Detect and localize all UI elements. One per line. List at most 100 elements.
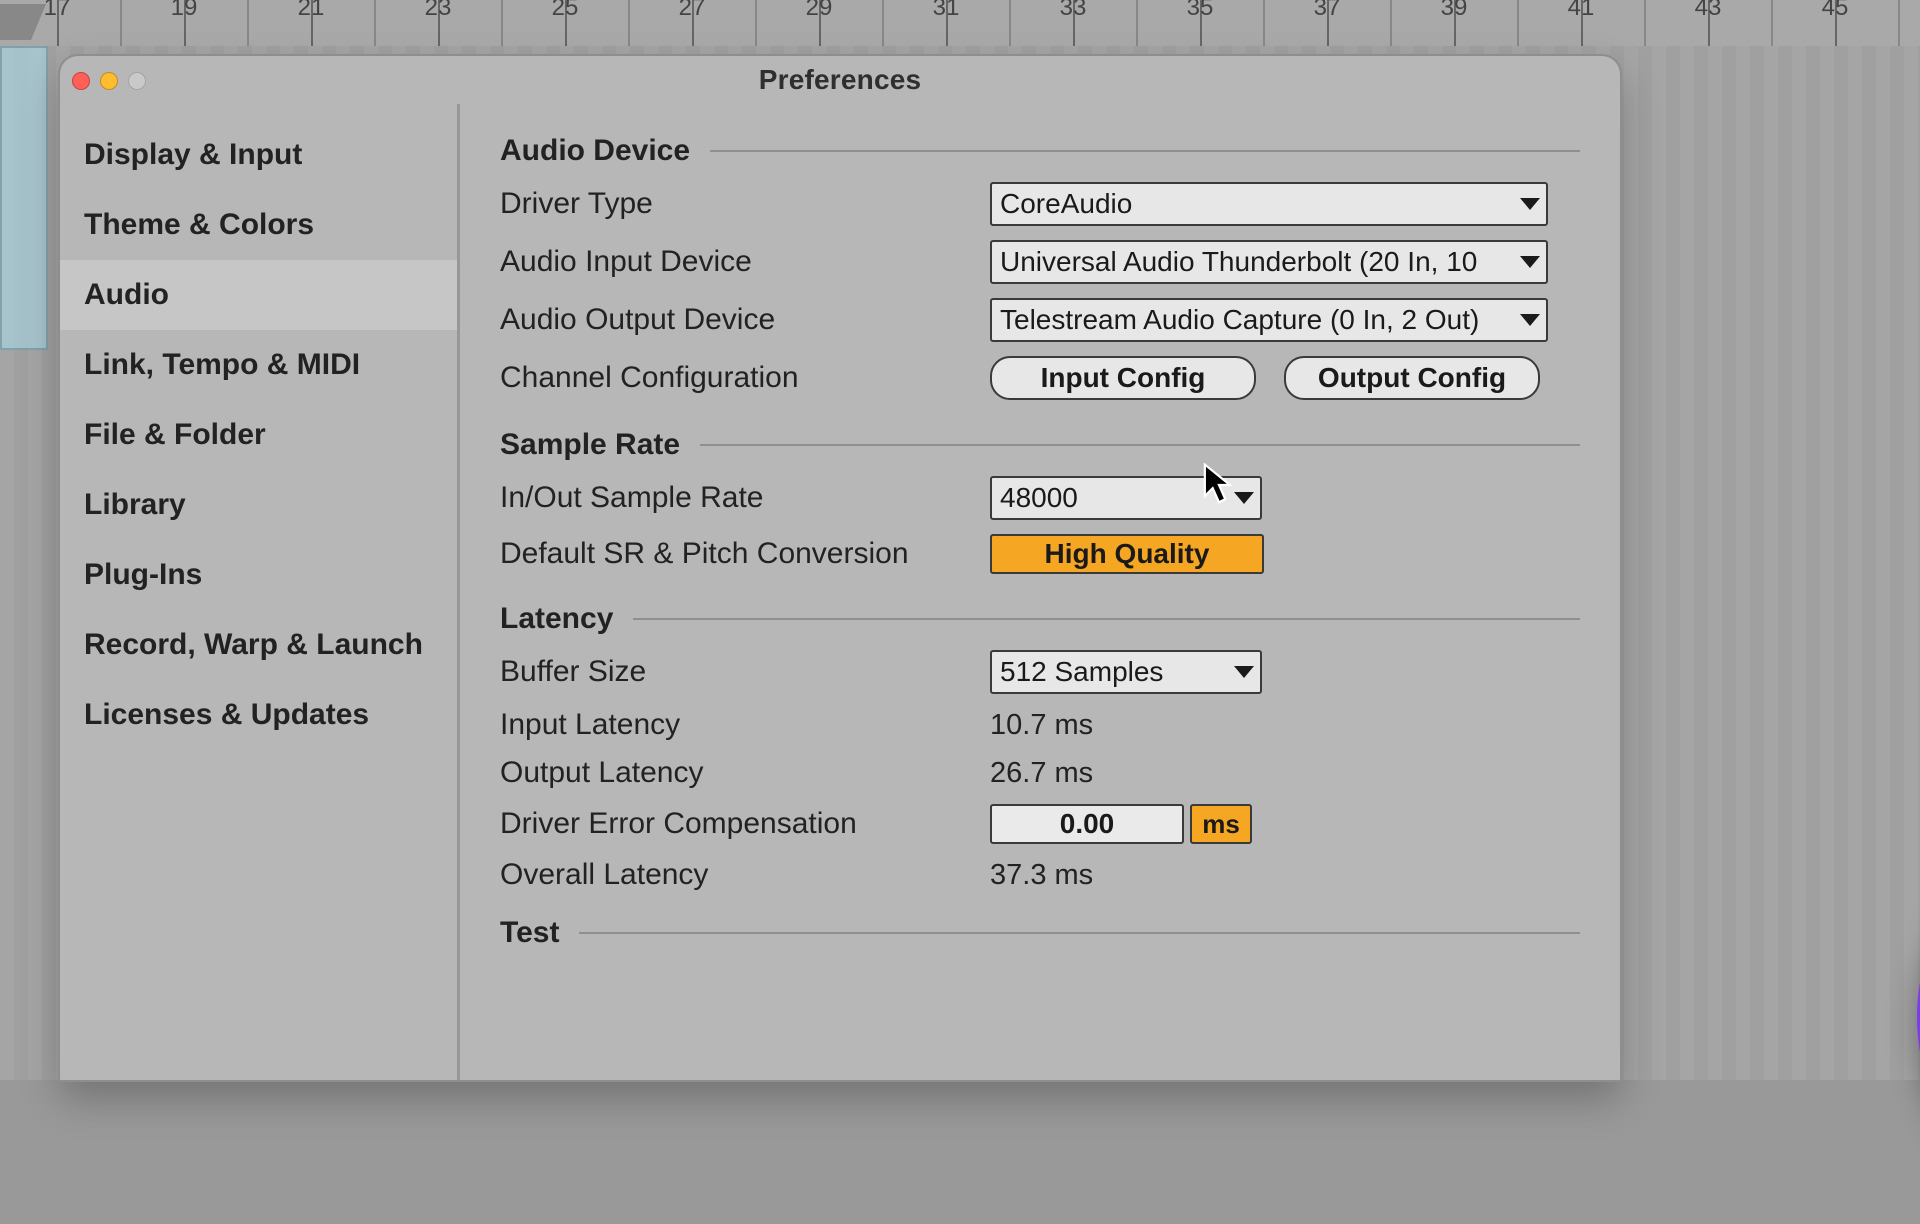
sidebar-item-label: File & Folder — [84, 418, 266, 451]
ruler-tick-minor — [1390, 0, 1392, 46]
ruler-number: 23 — [425, 0, 452, 22]
select-driver-type[interactable]: CoreAudio — [990, 182, 1548, 226]
ruler-number: 21 — [298, 0, 325, 22]
ruler-number: 41 — [1568, 0, 1595, 22]
sidebar-item-display-input[interactable]: Display & Input — [60, 120, 457, 190]
ruler-tick-minor — [1898, 0, 1900, 46]
chevron-down-icon — [1234, 666, 1254, 678]
ruler-tick-minor — [1644, 0, 1646, 46]
minimize-icon[interactable] — [100, 72, 118, 90]
section-label: Sample Rate — [500, 428, 680, 462]
ruler-tick-minor — [628, 0, 630, 46]
timeline-ruler[interactable]: 171921232527293133353739414345 — [0, 0, 1920, 48]
ruler-number: 25 — [552, 0, 579, 22]
sidebar-item-audio[interactable]: Audio — [60, 260, 457, 330]
select-audio-output-device[interactable]: Telestream Audio Capture (0 In, 2 Out) — [990, 298, 1548, 342]
chevron-down-icon — [1520, 256, 1540, 268]
label-channel-configuration: Channel Configuration — [500, 361, 970, 395]
unit-label: ms — [1202, 809, 1240, 840]
section-label: Audio Device — [500, 134, 690, 168]
sidebar-item-label: Link, Tempo & MIDI — [84, 348, 360, 381]
value-output-latency: 26.7 ms — [990, 757, 1093, 790]
audio-clip-fragment[interactable] — [0, 46, 48, 350]
label-input-latency: Input Latency — [500, 708, 970, 742]
sidebar-item-library[interactable]: Library — [60, 470, 457, 540]
select-value: Universal Audio Thunderbolt (20 In, 10 — [1000, 246, 1477, 278]
toggle-sr-pitch-quality[interactable]: High Quality — [990, 534, 1264, 574]
toggle-label: High Quality — [1045, 538, 1210, 570]
section-heading-audio-device: Audio Device — [500, 134, 1580, 168]
zoom-icon[interactable] — [128, 72, 146, 90]
ruler-number: 29 — [806, 0, 833, 22]
ruler-number: 27 — [679, 0, 706, 22]
preferences-sidebar: Display & Input Theme & Colors Audio Link, … — [60, 104, 460, 1080]
input-driver-error-compensation[interactable]: 0.00 — [990, 804, 1184, 844]
select-value: Telestream Audio Capture (0 In, 2 Out) — [1000, 304, 1479, 336]
select-value: 48000 — [1000, 482, 1078, 514]
value-overall-latency: 37.3 ms — [990, 859, 1093, 892]
sidebar-item-label: Record, Warp & Launch — [84, 628, 423, 661]
preferences-window: Preferences Display & Input Theme & Color… — [60, 56, 1620, 1080]
ruler-tick-minor — [1263, 0, 1265, 46]
select-audio-input-device[interactable]: Universal Audio Thunderbolt (20 In, 10 — [990, 240, 1548, 284]
ruler-number: 35 — [1187, 0, 1214, 22]
sidebar-item-record-warp-launch[interactable]: Record, Warp & Launch — [60, 610, 457, 680]
sidebar-item-file-folder[interactable]: File & Folder — [60, 400, 457, 470]
section-heading-sample-rate: Sample Rate — [500, 428, 1580, 462]
sidebar-item-link-tempo-midi[interactable]: Link, Tempo & MIDI — [60, 330, 457, 400]
ruler-number: 37 — [1314, 0, 1341, 22]
section-heading-test: Test — [500, 916, 1580, 950]
label-audio-input-device: Audio Input Device — [500, 245, 970, 279]
sidebar-item-label: Plug-Ins — [84, 558, 202, 591]
label-overall-latency: Overall Latency — [500, 858, 970, 892]
sidebar-item-label: Licenses & Updates — [84, 698, 369, 731]
ruler-number: 19 — [171, 0, 198, 22]
label-driver-type: Driver Type — [500, 187, 970, 221]
ruler-tick-minor — [755, 0, 757, 46]
input-config-button[interactable]: Input Config — [990, 356, 1256, 400]
ruler-tick-minor — [501, 0, 503, 46]
ruler-number: 45 — [1822, 0, 1849, 22]
select-io-sample-rate[interactable]: 48000 — [990, 476, 1262, 520]
numeric-value: 0.00 — [1060, 808, 1115, 840]
sidebar-item-label: Audio — [84, 278, 169, 311]
label-driver-error-compensation: Driver Error Compensation — [500, 807, 970, 841]
select-value: 512 Samples — [1000, 656, 1163, 688]
ruler-tick-minor — [1771, 0, 1773, 46]
unit-toggle-ms[interactable]: ms — [1190, 804, 1252, 844]
section-label: Latency — [500, 602, 613, 636]
label-audio-output-device: Audio Output Device — [500, 303, 970, 337]
label-buffer-size: Buffer Size — [500, 655, 970, 689]
label-output-latency: Output Latency — [500, 756, 970, 790]
window-titlebar[interactable]: Preferences — [60, 56, 1620, 104]
label-sr-pitch-conversion: Default SR & Pitch Conversion — [500, 537, 970, 571]
ruler-number: 39 — [1441, 0, 1468, 22]
ruler-tick-minor — [882, 0, 884, 46]
output-config-button[interactable]: Output Config — [1284, 356, 1540, 400]
section-label: Test — [500, 916, 559, 950]
value-input-latency: 10.7 ms — [990, 709, 1093, 742]
window-title: Preferences — [60, 64, 1620, 96]
sidebar-item-plug-ins[interactable]: Plug-Ins — [60, 540, 457, 610]
button-label: Output Config — [1318, 362, 1506, 394]
chevron-down-icon — [1234, 492, 1254, 504]
sidebar-item-label: Theme & Colors — [84, 208, 314, 241]
ruler-tick-minor — [120, 0, 122, 46]
ruler-tick-minor — [374, 0, 376, 46]
button-label: Input Config — [1041, 362, 1206, 394]
preferences-content: Audio Device Driver Type CoreAudio Audio… — [460, 104, 1620, 1080]
sidebar-item-label: Library — [84, 488, 186, 521]
chevron-down-icon — [1520, 198, 1540, 210]
sidebar-item-label: Display & Input — [84, 138, 302, 171]
select-buffer-size[interactable]: 512 Samples — [990, 650, 1262, 694]
section-separator — [633, 618, 1580, 620]
sidebar-item-licenses-updates[interactable]: Licenses & Updates — [60, 680, 457, 750]
select-value: CoreAudio — [1000, 188, 1132, 220]
close-icon[interactable] — [72, 72, 90, 90]
ruler-number: 31 — [933, 0, 960, 22]
section-separator — [710, 150, 1580, 152]
sidebar-item-theme-colors[interactable]: Theme & Colors — [60, 190, 457, 260]
section-separator — [579, 932, 1580, 934]
section-separator — [700, 444, 1580, 446]
label-io-sample-rate: In/Out Sample Rate — [500, 481, 970, 515]
